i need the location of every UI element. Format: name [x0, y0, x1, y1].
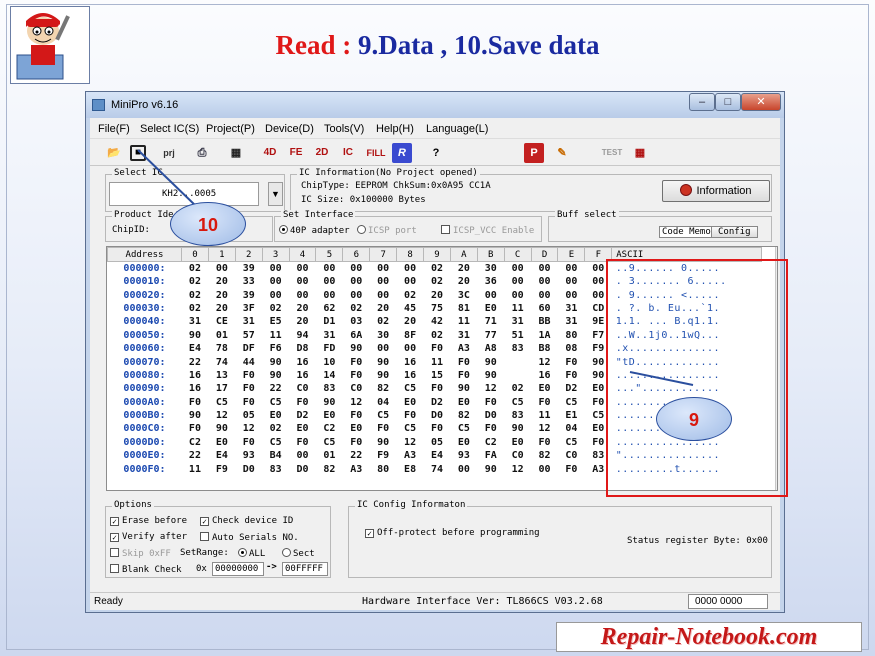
callout-9: 9	[656, 397, 732, 441]
callout-pointer-10	[137, 149, 694, 386]
callout-10: 10	[170, 202, 246, 246]
brand-logo: Repair-Notebook.com	[556, 622, 862, 652]
slide-background: Read : 9.Data , 10.Save data MiniPro v6.…	[0, 0, 875, 656]
